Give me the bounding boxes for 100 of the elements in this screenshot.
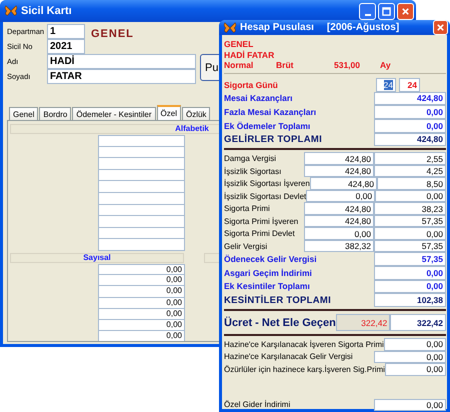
amount-field[interactable]: 424,80: [304, 202, 374, 215]
total-label: Ücret - Net Ele Geçen: [224, 316, 336, 328]
table-cell[interactable]: [98, 239, 185, 251]
tab[interactable]: Ödemeler - Kesintiler: [72, 107, 156, 120]
table-cell[interactable]: 0,00: [98, 320, 185, 332]
amount-field[interactable]: 322,42: [390, 314, 446, 331]
amount-field[interactable]: 0,00: [374, 227, 446, 240]
amount-field[interactable]: 0,00: [374, 398, 446, 411]
row-label: Özel Gider İndirimi: [224, 400, 292, 410]
window-title: Sicil Kartı: [21, 5, 72, 17]
amount-field[interactable]: 57,35: [374, 240, 446, 252]
amount-field[interactable]: 0,00: [374, 105, 446, 119]
row-label: Hazine'ce Karşılanacak Gelir Vergisi: [224, 352, 354, 362]
table-cell[interactable]: [98, 204, 185, 216]
amount-field[interactable]: 102,38: [374, 293, 446, 307]
department-label: GENEL: [224, 39, 254, 50]
tab[interactable]: Genel: [9, 107, 38, 120]
total-label: KESİNTİLER TOPLAMI: [224, 294, 332, 306]
amount-field[interactable]: 424,80: [310, 177, 377, 190]
amount-field[interactable]: 57,35: [374, 252, 446, 266]
row-label: Gelir Vergisi: [224, 242, 268, 250]
amount-field[interactable]: 0,00: [374, 280, 446, 294]
row-label: Sigorta Günü: [224, 80, 279, 90]
input-field[interactable]: HADİ: [47, 54, 196, 69]
close-icon: [436, 23, 445, 32]
amount-field[interactable]: 0,00: [384, 363, 446, 376]
period-label: [2006-Ağustos]: [326, 22, 400, 33]
row-label: Damga Vergisi: [224, 154, 278, 163]
table-cell[interactable]: 0,00: [98, 286, 185, 298]
row-label: Hazine'ce Karşılanacak İşveren Sigorta Primi: [224, 340, 384, 349]
wage-type: Normal: [224, 60, 254, 70]
amount-field[interactable]: 38,23: [374, 202, 446, 215]
amount-field[interactable]: 0,00: [306, 190, 376, 202]
row-label: Özürlüler için hazinece karş.İşveren Sig.Primi: [224, 364, 385, 374]
wage-basis: Brüt: [276, 60, 294, 70]
close-icon: [401, 6, 410, 16]
row-label: Ek Kesintiler Toplamı: [224, 281, 311, 292]
row-label: İşsizlik Sigortası: [224, 166, 282, 176]
amount-field[interactable]: 0,00: [384, 338, 446, 350]
total-label: GELİRLER TOPLAMI: [224, 134, 324, 145]
amount-field[interactable]: 0,00: [304, 227, 374, 240]
tab[interactable]: Bordro: [39, 107, 72, 120]
input-field[interactable]: 24: [376, 78, 396, 92]
table-cell[interactable]: [98, 170, 185, 182]
close-button[interactable]: [397, 2, 414, 20]
table-cell[interactable]: [98, 216, 185, 228]
amount-field[interactable]: 424,80: [374, 132, 446, 146]
amount-field[interactable]: 0,00: [375, 190, 446, 202]
amount-field[interactable]: 0,00: [374, 118, 446, 133]
maximize-button[interactable]: [378, 2, 395, 20]
amount-field[interactable]: 424,80: [304, 164, 374, 178]
table-cell[interactable]: [98, 192, 185, 205]
row-label: Sigorta Primi İşveren: [224, 216, 300, 226]
row-label: Ödenecek Gelir Vergisi: [224, 254, 318, 264]
amount-field[interactable]: 424,80: [304, 152, 374, 165]
input-field[interactable]: FATAR: [47, 69, 196, 84]
table-cell[interactable]: 0,00: [98, 331, 185, 341]
amount-field[interactable]: 424,80: [304, 214, 374, 228]
input-field[interactable]: 1: [47, 24, 85, 39]
minimize-icon: [364, 14, 370, 16]
row-label: İşsizlik Sigortası Devlet: [224, 192, 306, 200]
table-cell[interactable]: 0,00: [98, 264, 185, 276]
row-label: Sigorta Primi Devlet: [224, 229, 296, 238]
minimize-button[interactable]: [359, 2, 376, 20]
table-cell[interactable]: [98, 158, 185, 170]
close-button[interactable]: [433, 20, 448, 35]
row-label: Fazla Mesai Kazançları: [224, 107, 318, 118]
table-cell[interactable]: [98, 146, 185, 158]
amount-field[interactable]: 8,50: [376, 177, 446, 190]
selected-text: 24: [384, 80, 393, 90]
table-cell[interactable]: 0,00: [98, 308, 185, 320]
input-field[interactable]: 24: [399, 78, 420, 92]
table-cell[interactable]: 0,00: [98, 298, 185, 309]
window-title: Hesap Pusulası: [240, 22, 314, 33]
maximize-icon: [382, 6, 391, 16]
row-label: Sigorta Primi: [224, 204, 271, 213]
header-bar: Sayısal: [10, 252, 184, 263]
amount-field[interactable]: 2,55: [374, 152, 446, 165]
table-cell[interactable]: [98, 181, 185, 193]
row-label: Mesai Kazançları: [224, 93, 294, 104]
amount-field[interactable]: 424,80: [374, 92, 446, 106]
table-cell[interactable]: [98, 135, 185, 147]
tab[interactable]: Özlük: [182, 107, 210, 120]
wage-amount: 531,00: [334, 60, 361, 70]
wage-period: Ay: [380, 60, 391, 70]
employee-name: HADİ FATAR: [224, 50, 276, 60]
amount-field[interactable]: 4,25: [374, 164, 446, 178]
tab[interactable]: Özel: [156, 105, 181, 120]
amount-field: 322,42: [336, 314, 390, 331]
row-label: Asgari Geçim İndirimi: [224, 268, 313, 278]
input-field[interactable]: 2021: [47, 39, 85, 54]
table-cell[interactable]: [98, 228, 185, 240]
amount-field[interactable]: 382,32: [304, 240, 374, 252]
amount-field[interactable]: 0,00: [374, 266, 446, 280]
butterfly-icon: [223, 22, 237, 34]
table-cell[interactable]: 0,00: [98, 275, 185, 286]
butterfly-icon: [4, 5, 18, 17]
amount-field[interactable]: 0,00: [374, 350, 446, 363]
amount-field[interactable]: 57,35: [374, 214, 446, 228]
section-title: GENEL: [91, 28, 134, 40]
